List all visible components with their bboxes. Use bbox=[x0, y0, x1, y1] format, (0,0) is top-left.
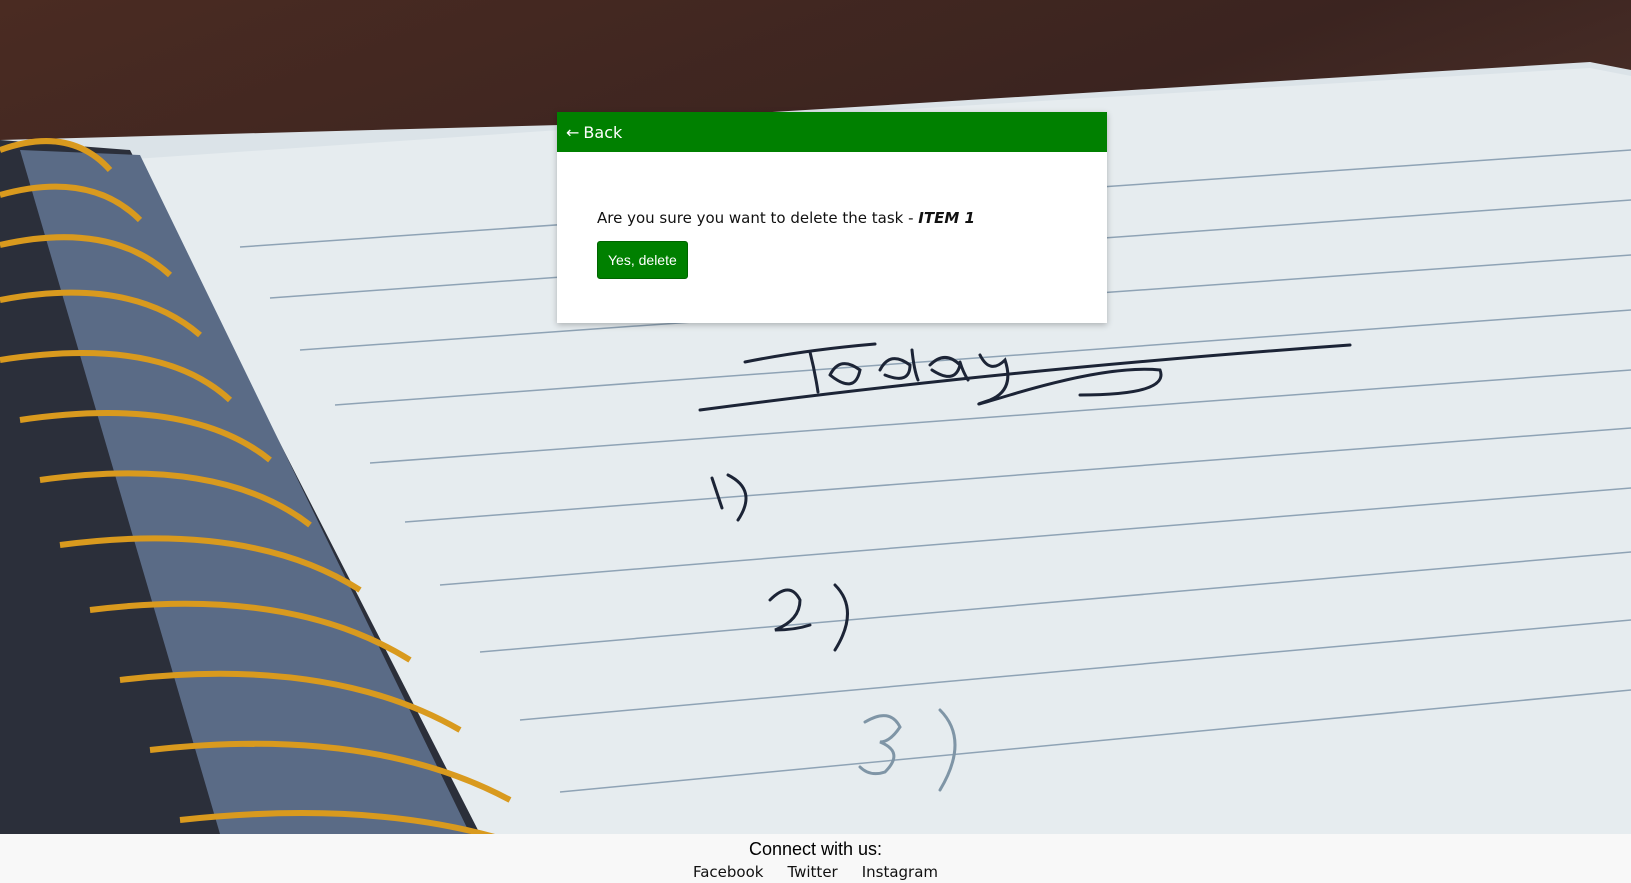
back-label: Back bbox=[583, 122, 623, 142]
footer: Connect with us: Facebook Twitter Instag… bbox=[0, 834, 1631, 883]
instagram-link[interactable]: Instagram bbox=[862, 863, 938, 881]
social-links: Facebook Twitter Instagram bbox=[0, 863, 1631, 881]
footer-title: Connect with us: bbox=[748, 839, 883, 859]
page: ← Back Are you sure you want to delete t… bbox=[0, 0, 1631, 883]
delete-question: Are you sure you want to delete the task… bbox=[597, 209, 1107, 227]
facebook-link[interactable]: Facebook bbox=[693, 863, 763, 881]
dialog-header: ← Back bbox=[557, 112, 1107, 152]
question-text: Are you sure you want to delete the task… bbox=[597, 209, 919, 227]
back-arrow-icon: ← bbox=[566, 122, 580, 142]
dialog-body: Are you sure you want to delete the task… bbox=[557, 152, 1107, 279]
delete-confirm-dialog: ← Back Are you sure you want to delete t… bbox=[557, 112, 1107, 323]
task-name: ITEM 1 bbox=[918, 209, 975, 227]
back-button[interactable]: ← Back bbox=[566, 123, 622, 142]
confirm-delete-button[interactable]: Yes, delete bbox=[597, 241, 688, 279]
twitter-link[interactable]: Twitter bbox=[787, 863, 837, 881]
